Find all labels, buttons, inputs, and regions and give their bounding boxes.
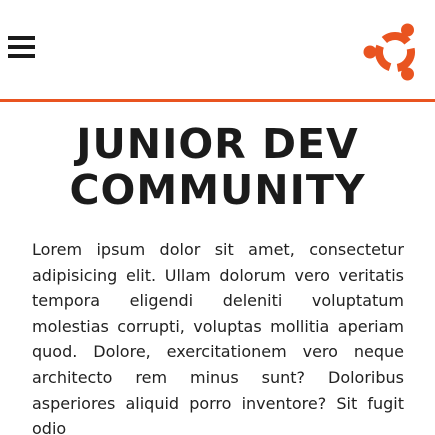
title-line-2: COMMUNITY bbox=[69, 166, 366, 214]
menu-bar-middle bbox=[8, 45, 35, 49]
intro-paragraph: Lorem ipsum dolor sit amet, consectetur … bbox=[32, 240, 404, 435]
page: JUNIOR DEV COMMUNITY Lorem ipsum dolor s… bbox=[0, 0, 435, 435]
menu-bar-top bbox=[8, 36, 35, 40]
site-header bbox=[0, 0, 435, 102]
menu-button[interactable] bbox=[4, 31, 40, 61]
menu-bar-bottom bbox=[8, 54, 35, 58]
logo-link[interactable] bbox=[363, 20, 427, 84]
title-line-1: JUNIOR DEV bbox=[76, 120, 359, 168]
header-divider bbox=[0, 99, 435, 102]
ubuntu-logo-icon bbox=[363, 23, 415, 81]
page-title: JUNIOR DEV COMMUNITY bbox=[0, 121, 435, 213]
